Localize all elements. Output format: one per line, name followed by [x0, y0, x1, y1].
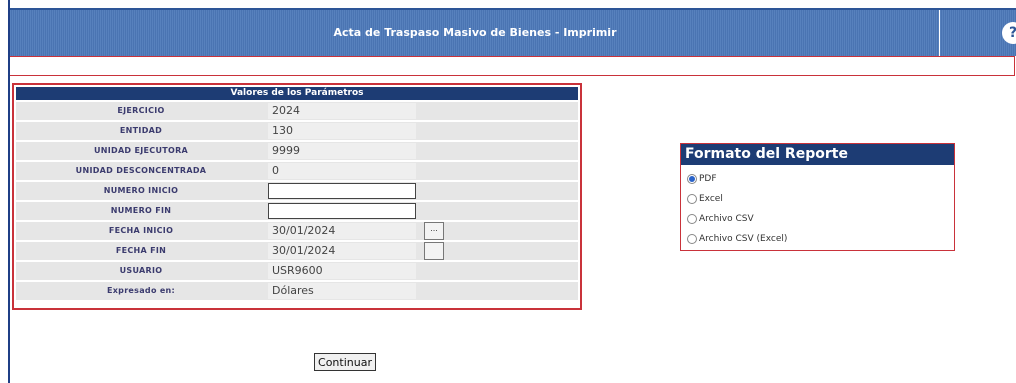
report-format-panel: Formato del Reporte PDF Excel Archivo CS…	[680, 143, 955, 251]
entidad-value: 130	[268, 123, 416, 139]
header-bar: Acta de Traspaso Masivo de Bienes - Impr…	[10, 8, 1016, 56]
param-label: UNIDAD DESCONCENTRADA	[75, 166, 207, 175]
report-format-title: Formato del Reporte	[681, 144, 954, 165]
radio-icon[interactable]	[687, 233, 697, 244]
parameters-panel: Valores de los Parámetros EJERCICIO 2024…	[12, 83, 582, 310]
radio-icon[interactable]	[687, 193, 697, 204]
param-row-usuario: USUARIO USR9600	[16, 260, 578, 280]
param-row-numero-inicio: NUMERO INICIO	[16, 180, 578, 200]
param-row-expresado: Expresado en: Dólares	[16, 280, 578, 300]
fecha-fin-value: 30/01/2024	[268, 243, 416, 259]
fecha-fin-calendar-button[interactable]	[424, 242, 444, 260]
param-label: FECHA INICIO	[108, 226, 174, 235]
continuar-button[interactable]: Continuar	[314, 353, 376, 371]
param-label: USUARIO	[119, 266, 163, 275]
format-option-label: Excel	[699, 194, 723, 204]
param-row-numero-fin: NUMERO FIN	[16, 200, 578, 220]
param-row-fecha-fin: FECHA FIN 30/01/2024	[16, 240, 578, 260]
param-label: FECHA FIN	[115, 246, 167, 255]
fecha-inicio-value: 30/01/2024	[268, 223, 416, 239]
numero-fin-input[interactable]	[268, 203, 416, 219]
numero-inicio-input[interactable]	[268, 183, 416, 199]
usuario-value: USR9600	[268, 263, 416, 279]
format-option-pdf[interactable]: PDF	[687, 172, 717, 186]
format-option-label: Archivo CSV	[699, 214, 754, 224]
unidad-desconcentrada-value: 0	[268, 163, 416, 179]
parameters-title: Valores de los Parámetros	[16, 87, 578, 100]
ejercicio-value: 2024	[268, 103, 416, 119]
fecha-inicio-calendar-button[interactable]: ...	[424, 222, 444, 240]
format-option-label: PDF	[699, 174, 717, 184]
header-divider	[939, 10, 940, 56]
unidad-ejecutora-value: 9999	[268, 143, 416, 159]
param-label: NUMERO FIN	[110, 206, 172, 215]
format-option-label: Archivo CSV (Excel)	[699, 234, 788, 244]
param-row-entidad: ENTIDAD 130	[16, 120, 578, 140]
expresado-value: Dólares	[268, 283, 416, 299]
format-option-excel[interactable]: Excel	[687, 192, 723, 206]
param-label: EJERCICIO	[117, 106, 165, 115]
param-row-ejercicio: EJERCICIO 2024	[16, 100, 578, 120]
param-row-unidad-desconcentrada: UNIDAD DESCONCENTRADA 0	[16, 160, 578, 180]
help-icon[interactable]: ?	[1002, 22, 1016, 44]
page-title: Acta de Traspaso Masivo de Bienes - Impr…	[333, 26, 617, 39]
param-label: ENTIDAD	[119, 126, 163, 135]
param-label: NUMERO INICIO	[103, 186, 179, 195]
param-row-fecha-inicio: FECHA INICIO 30/01/2024 ...	[16, 220, 578, 240]
param-label: Expresado en:	[106, 286, 176, 295]
param-label: UNIDAD EJECUTORA	[93, 146, 189, 155]
param-row-unidad-ejecutora: UNIDAD EJECUTORA 9999	[16, 140, 578, 160]
radio-selected-icon[interactable]	[687, 173, 697, 184]
format-option-csv[interactable]: Archivo CSV	[687, 212, 754, 226]
format-option-csv-excel[interactable]: Archivo CSV (Excel)	[687, 232, 787, 246]
toolbar-frame	[10, 56, 1015, 76]
radio-icon[interactable]	[687, 213, 697, 224]
